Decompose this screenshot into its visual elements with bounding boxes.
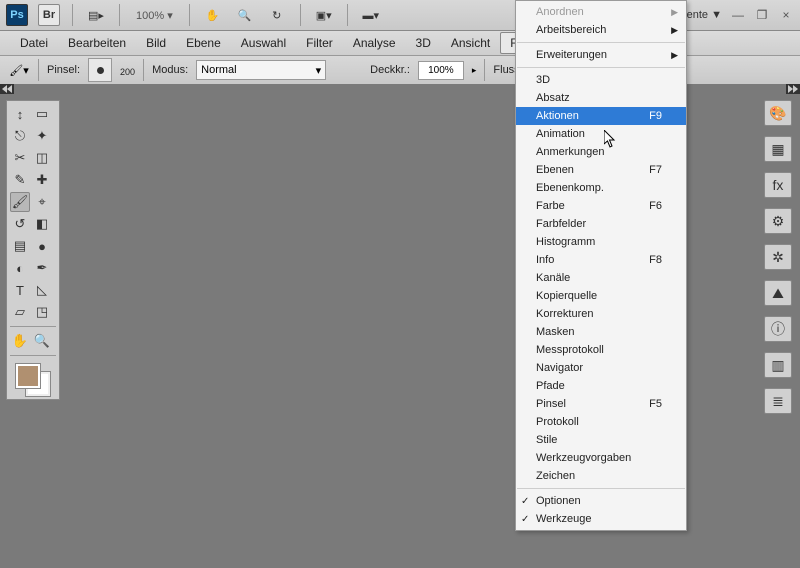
menu-item-ebenen[interactable]: EbenenF7 <box>516 161 686 179</box>
menu-item-farbfelder[interactable]: Farbfelder <box>516 215 686 233</box>
tool-eyedropper[interactable]: ✎ <box>10 170 30 190</box>
tool-eraser[interactable]: ◧ <box>32 214 52 234</box>
brush-size: 200 <box>120 67 135 77</box>
layers-icon[interactable]: ▥ <box>764 352 792 378</box>
tool-stamp[interactable]: ⌖ <box>32 192 52 212</box>
arrange-icon[interactable]: ▣▾ <box>313 4 335 26</box>
menu-ansicht[interactable]: Ansicht <box>441 32 500 54</box>
tool-path[interactable]: ◺ <box>32 280 52 300</box>
menu-item-werkzeuge[interactable]: ✓Werkzeuge <box>516 510 686 528</box>
menu-item-kopierquelle[interactable]: Kopierquelle <box>516 287 686 305</box>
close-button[interactable]: × <box>778 8 794 22</box>
swatches-icon[interactable]: ▦ <box>764 136 792 162</box>
photoshop-logo[interactable]: Ps <box>6 4 28 26</box>
menu-item-navigator[interactable]: Navigator <box>516 359 686 377</box>
rotate-view-icon[interactable]: ↻ <box>266 4 288 26</box>
menu-item-histogramm[interactable]: Histogramm <box>516 233 686 251</box>
styles-icon[interactable]: fx <box>764 172 792 198</box>
tool-repair[interactable]: ✚ <box>32 170 52 190</box>
brush-preview[interactable] <box>88 58 112 82</box>
screen-mode-icon[interactable]: ▬▾ <box>360 4 382 26</box>
nav-icon[interactable]: ✲ <box>764 244 792 270</box>
menu-item-korrekturen[interactable]: Korrekturen <box>516 305 686 323</box>
tool-preset-icon[interactable]: 🖌▾ <box>8 59 30 81</box>
menu-auswahl[interactable]: Auswahl <box>231 32 296 54</box>
zoom-tool-icon[interactable]: 🔍 <box>234 4 256 26</box>
menu-item-messprotokoll[interactable]: Messprotokoll <box>516 341 686 359</box>
fenster-menu: Anordnen▶Arbeitsbereich▶ Erweiterungen▶ 3D… <box>515 0 687 531</box>
adjust-icon[interactable]: ⚙ <box>764 208 792 234</box>
menu-item-erweiterungen[interactable]: Erweiterungen▶ <box>516 46 686 64</box>
collapse-right[interactable] <box>786 84 800 94</box>
tool-slice[interactable]: ◫ <box>32 148 52 168</box>
menu-analyse[interactable]: Analyse <box>343 32 406 54</box>
menu-3d[interactable]: 3D <box>406 32 441 54</box>
tool-marquee[interactable]: ▭ <box>32 104 52 124</box>
menu-item-aktionen[interactable]: AktionenF9 <box>516 107 686 125</box>
menu-ebene[interactable]: Ebene <box>176 32 231 54</box>
menu-datei[interactable]: Datei <box>10 32 58 54</box>
tool-pen[interactable]: ✒ <box>32 258 52 278</box>
menu-item-pfade[interactable]: Pfade <box>516 377 686 395</box>
menu-item-anmerkungen[interactable]: Anmerkungen <box>516 143 686 161</box>
tool-blur[interactable]: ● <box>32 236 52 256</box>
menu-item-animation[interactable]: Animation <box>516 125 686 143</box>
menu-item-werkzeugvorgaben[interactable]: Werkzeugvorgaben <box>516 449 686 467</box>
tool-brush[interactable]: 🖌 <box>10 192 30 212</box>
color-swatches[interactable] <box>10 362 56 396</box>
channels-icon[interactable]: ≣ <box>764 388 792 414</box>
tool-zoom[interactable]: 🔍 <box>32 331 52 351</box>
color-icon[interactable]: 🎨 <box>764 100 792 126</box>
menu-item-anordnen: Anordnen▶ <box>516 3 686 21</box>
hand-tool-icon[interactable]: ✋ <box>202 4 224 26</box>
tools-panel: ↕▭⎋✦✂◫✎✚🖌⌖↺◧▤●◐✒T◺▱◳✋🔍 <box>6 100 60 400</box>
mode-select[interactable]: Normal▾ <box>196 60 326 80</box>
menu-item-zeichen[interactable]: Zeichen <box>516 467 686 485</box>
modus-label: Modus: <box>152 64 188 76</box>
menu-bearbeiten[interactable]: Bearbeiten <box>58 32 136 54</box>
film-icon[interactable]: ▤▸ <box>85 4 107 26</box>
menu-item-ebenenkomp[interactable]: Ebenenkomp. <box>516 179 686 197</box>
menu-item-kanle[interactable]: Kanäle <box>516 269 686 287</box>
tool-shape[interactable]: ▱ <box>10 302 30 322</box>
tool-type[interactable]: T <box>10 280 30 300</box>
menu-item-arbeitsbereich[interactable]: Arbeitsbereich▶ <box>516 21 686 39</box>
tool-move[interactable]: ↕ <box>10 104 30 124</box>
menu-item-optionen[interactable]: ✓Optionen <box>516 492 686 510</box>
opacity-label: Deckkr.: <box>370 64 410 76</box>
zoom-level[interactable]: 100% ▾ <box>132 9 177 22</box>
menu-bild[interactable]: Bild <box>136 32 176 54</box>
histogram-icon[interactable]: ⛰ <box>764 280 792 306</box>
tool-dodge[interactable]: ◐ <box>10 258 30 278</box>
tool-lasso[interactable]: ⎋ <box>10 126 30 146</box>
menu-item-protokoll[interactable]: Protokoll <box>516 413 686 431</box>
info-icon[interactable]: ⓘ <box>764 316 792 342</box>
menu-item-masken[interactable]: Masken <box>516 323 686 341</box>
menu-filter[interactable]: Filter <box>296 32 343 54</box>
collapse-left[interactable] <box>0 84 14 94</box>
tool-hand[interactable]: ✋ <box>10 331 30 351</box>
restore-button[interactable]: ❐ <box>754 8 770 22</box>
menu-item-info[interactable]: InfoF8 <box>516 251 686 269</box>
tool-3d[interactable]: ◳ <box>32 302 52 322</box>
menu-item-farbe[interactable]: FarbeF6 <box>516 197 686 215</box>
right-panel-strip: 🎨 ▦ fx ⚙ ✲ ⛰ ⓘ ▥ ≣ <box>764 100 794 414</box>
menu-item-stile[interactable]: Stile <box>516 431 686 449</box>
brush-label: Pinsel: <box>47 64 80 76</box>
workspace-label[interactable]: ente ▼ <box>687 9 722 21</box>
menu-item-3d[interactable]: 3D <box>516 71 686 89</box>
tool-gradient[interactable]: ▤ <box>10 236 30 256</box>
menu-item-absatz[interactable]: Absatz <box>516 89 686 107</box>
menu-item-pinsel[interactable]: PinselF5 <box>516 395 686 413</box>
tool-magic-wand[interactable]: ✦ <box>32 126 52 146</box>
opacity-input[interactable]: 100% <box>418 61 464 80</box>
minimize-button[interactable]: — <box>730 8 746 22</box>
bridge-logo[interactable]: Br <box>38 4 60 26</box>
tool-crop[interactable]: ✂ <box>10 148 30 168</box>
tool-history[interactable]: ↺ <box>10 214 30 234</box>
